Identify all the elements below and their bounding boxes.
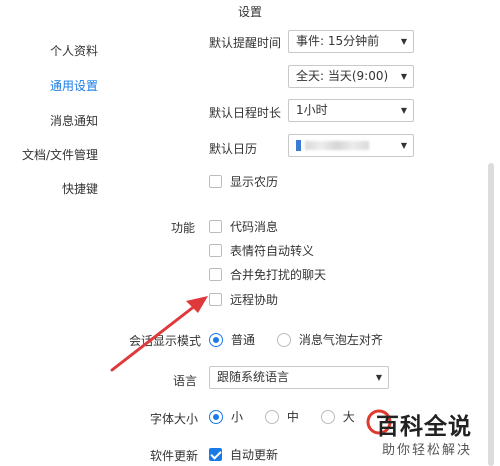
watermark-sub-text: 助你轻松解决: [382, 443, 473, 458]
annotation-arrow: [110, 296, 208, 372]
watermark: 百科全说 助你轻松解决: [366, 405, 500, 466]
watermark-main-text: 百科全说: [376, 414, 472, 440]
settings-window: 设置 个人资料 通用设置 消息通知 文档/文件管理 快捷键 默认提醒时间 事件:…: [0, 0, 500, 466]
arrow-shaft: [110, 300, 202, 372]
